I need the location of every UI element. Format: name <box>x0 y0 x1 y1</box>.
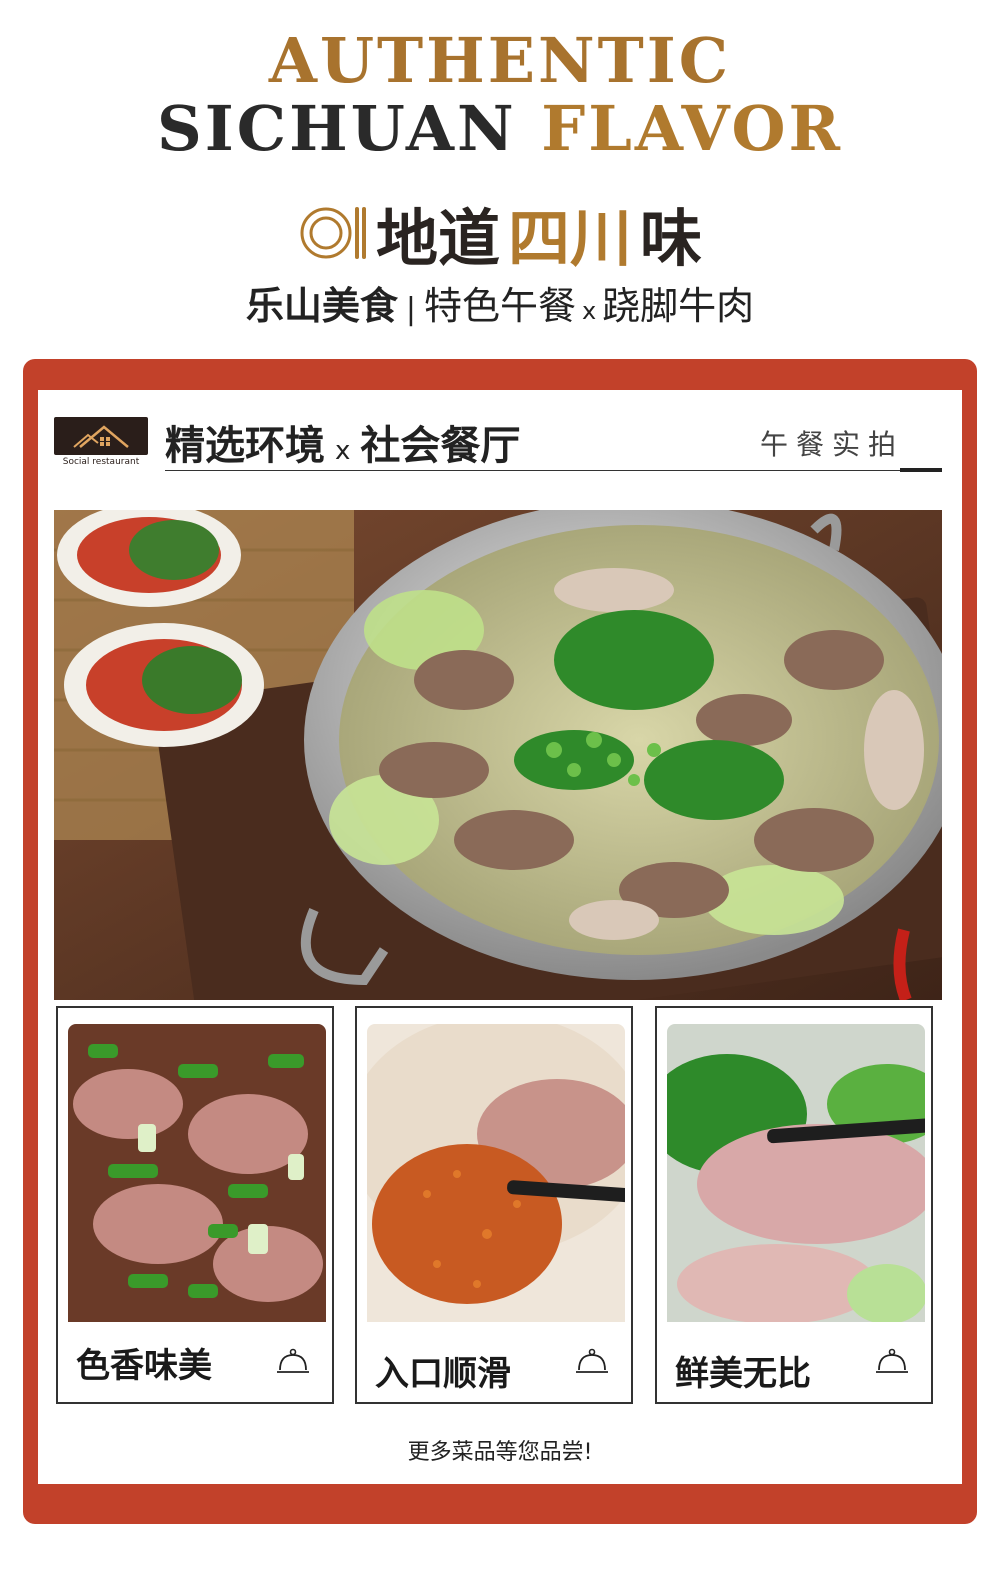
cloche-icon <box>576 1348 608 1373</box>
cloche-icon <box>876 1348 908 1373</box>
section-title: 精选环境 x 社会餐厅 <box>165 413 520 471</box>
dish-photo-2 <box>367 1024 625 1322</box>
headline-authentic: AUTHENTIC <box>268 24 732 97</box>
subtitle-separator: | <box>405 292 416 327</box>
dish-card-2[interactable]: 入口顺滑 <box>355 1006 633 1404</box>
chinese-title: 地道 四川味 <box>0 188 1000 278</box>
subtitle-lunch: 特色午餐 <box>423 284 576 328</box>
subtitle-dish: 跷脚牛肉 <box>602 284 755 328</box>
cn-title-part3: 味 <box>640 202 703 275</box>
dish-photo-1 <box>68 1024 326 1322</box>
section-right-label: 午餐实拍 <box>760 428 905 461</box>
subtitle-x: x <box>581 297 597 325</box>
dish-label-1: 色香味美 <box>76 1346 212 1386</box>
section-title-x: x <box>335 436 351 466</box>
headline-flavor: FLAVOR <box>541 92 843 165</box>
dish-card-3[interactable]: 鲜美无比 <box>655 1006 933 1404</box>
section-title-part1: 精选环境 <box>165 423 325 469</box>
restaurant-logo: Social restaurant <box>54 417 148 471</box>
subtitle: 乐山美食 | 特色午餐 x 跷脚牛肉 <box>0 275 1000 330</box>
subtitle-city: 乐山美食 <box>245 284 398 328</box>
dish-photo-3 <box>667 1024 925 1322</box>
dish-label-3: 鲜美无比 <box>675 1354 811 1394</box>
section-title-part2: 社会餐厅 <box>360 423 521 469</box>
cn-title-part1: 地道 <box>375 202 500 275</box>
house-icon <box>73 425 129 448</box>
section-divider-accent <box>900 468 942 472</box>
headline-sichuan: SICHUAN <box>157 92 542 165</box>
plate-chopsticks-icon <box>300 207 366 259</box>
section-divider <box>165 470 942 471</box>
logo-caption: Social restaurant <box>62 457 140 467</box>
cloche-icon <box>277 1348 309 1373</box>
more-dishes-text: 更多菜品等您品尝! <box>407 1440 593 1465</box>
hotpot-photo <box>54 510 942 1000</box>
headline-sichuan-flavor: SICHUAN FLAVOR <box>0 92 1000 165</box>
dish-card-1[interactable]: 色香味美 <box>56 1006 334 1404</box>
cn-title-part2: 四川 <box>507 202 632 275</box>
dish-label-2: 入口顺滑 <box>375 1354 511 1394</box>
